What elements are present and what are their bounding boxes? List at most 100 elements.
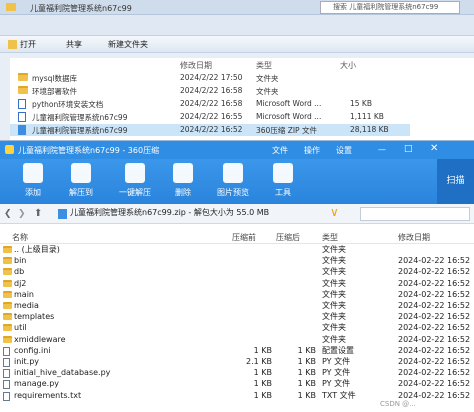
- zip-file-row[interactable]: bin 文件夹 2024-02-22 16:52: [0, 256, 474, 267]
- zip-file-icon: [58, 209, 67, 219]
- folder-icon: [18, 73, 28, 81]
- file-icon: [3, 380, 10, 390]
- dropdown-icon[interactable]: ∨: [330, 205, 339, 219]
- row-date: 2024/2/22 17:50: [180, 73, 243, 82]
- col-name[interactable]: 名称: [12, 232, 28, 243]
- folder-icon: [18, 86, 28, 94]
- folder-icon: [3, 313, 12, 321]
- col-date[interactable]: 修改日期: [398, 232, 430, 243]
- file-after: 1 KB: [297, 390, 316, 400]
- file-after: 1 KB: [297, 368, 316, 378]
- tool-button-4[interactable]: 图片预览: [210, 159, 256, 203]
- file-date: 2024-02-22 16:52: [398, 357, 471, 366]
- header-divider: [0, 243, 474, 244]
- up-icon[interactable]: ⬆: [34, 208, 42, 219]
- header-size[interactable]: 大小: [340, 60, 356, 71]
- close-icon[interactable]: ✕: [430, 143, 438, 154]
- zip-file-row[interactable]: init.py 2.1 KB 1 KB PY 文件 2024-02-22 16:52: [0, 357, 474, 368]
- header-type[interactable]: 类型: [256, 60, 272, 71]
- tool-label: 图片预览: [217, 188, 249, 197]
- folder-icon: [3, 290, 12, 298]
- zip-path: 儿童福利院管理系统n67c99.zip - 解包大小为 55.0 MB: [70, 208, 270, 217]
- scan-button[interactable]: 扫描: [437, 159, 474, 204]
- explorer-address-area: [0, 15, 474, 36]
- col-type[interactable]: 类型: [322, 232, 338, 243]
- zip-search-input[interactable]: [360, 207, 470, 221]
- file-type: 文件夹: [322, 312, 346, 322]
- folder-icon: [3, 257, 12, 265]
- folder-icon: [3, 246, 12, 253]
- zip-app-icon: [5, 145, 14, 154]
- watermark: CSDN @...: [380, 400, 416, 408]
- explorer-toolbar: 打开 共享 新建文件夹: [0, 36, 474, 53]
- menu-operation[interactable]: 操作: [304, 145, 320, 156]
- new-folder-button[interactable]: 新建文件夹: [108, 39, 148, 50]
- zip-file-row[interactable]: util 文件夹 2024-02-22 16:52: [0, 323, 474, 334]
- forward-icon[interactable]: ❯: [18, 209, 26, 219]
- zip-file-row[interactable]: dj2 文件夹 2024-02-22 16:52: [0, 279, 474, 290]
- file-name: media: [14, 301, 39, 310]
- share-button[interactable]: 共享: [66, 39, 82, 50]
- zip-file-row[interactable]: initial_hive_database.py 1 KB 1 KB PY 文件 202…: [0, 368, 474, 379]
- file-name: xmiddleware: [14, 334, 66, 344]
- minimize-icon[interactable]: —: [378, 145, 386, 154]
- zip-file-row[interactable]: xmiddleware 文件夹 2024-02-22 16:52: [0, 335, 474, 346]
- explorer-row[interactable]: python环境安装文档 2024/2/22 16:58 Microsoft Wor…: [10, 98, 410, 110]
- zip-file-row[interactable]: config.ini 1 KB 1 KB 配置设置 2024-02-22 16:52: [0, 346, 474, 357]
- file-type: PY 文件: [322, 379, 351, 389]
- row-type: 文件夹: [256, 87, 279, 96]
- zip-file-row[interactable]: manage.py 1 KB 1 KB PY 文件 2024-02-22 16:52: [0, 379, 474, 390]
- file-date: 2024-02-22 16:52: [398, 289, 471, 299]
- file-type: 文件夹: [322, 289, 346, 299]
- maximize-icon[interactable]: □: [404, 144, 413, 154]
- back-icon[interactable]: ❮: [4, 209, 12, 219]
- tool-label: 添加: [25, 188, 41, 197]
- menu-settings[interactable]: 设置: [336, 145, 352, 156]
- file-name: dj2: [14, 278, 27, 288]
- row-size: 15 KB: [350, 99, 372, 108]
- word-doc-icon: [18, 112, 26, 122]
- file-name: initial_hive_database.py: [14, 368, 111, 378]
- file-date: 2024-02-22 16:52: [398, 301, 471, 310]
- col-before[interactable]: 压缩前: [232, 232, 256, 243]
- tool-button-2[interactable]: 一键解压: [112, 159, 158, 203]
- zip-file-row[interactable]: templates 文件夹 2024-02-22 16:52: [0, 312, 474, 323]
- explorer-title: 儿童福利院管理系统n67c99: [30, 4, 132, 13]
- col-after[interactable]: 压缩后: [276, 232, 300, 243]
- tool-button-3[interactable]: 删除: [160, 159, 206, 203]
- explorer-window: 儿童福利院管理系统n67c99 搜索 儿童福利院管理系统n67c99 打开 共享…: [0, 0, 474, 140]
- zip-file-row[interactable]: .. (上级目录) 文件夹: [0, 245, 474, 256]
- explorer-row[interactable]: 环境部署软件 2024/2/22 16:58 文件夹: [10, 85, 410, 97]
- explorer-row[interactable]: 儿童福利院管理系统n67c99 2024/2/22 16:55 Microsoft …: [10, 111, 410, 123]
- row-size: 28,118 KB: [350, 125, 389, 134]
- file-date: 2024-02-22 16:52: [398, 256, 471, 266]
- file-date: 2024-02-22 16:52: [398, 368, 471, 378]
- file-icon: [3, 358, 10, 367]
- file-date: 2024-02-22 16:52: [398, 345, 471, 355]
- zip-file-row[interactable]: media 文件夹 2024-02-22 16:52: [0, 301, 474, 312]
- header-date[interactable]: 修改日期: [180, 60, 212, 71]
- file-type: 文件夹: [322, 245, 346, 254]
- menu-file[interactable]: 文件: [272, 145, 288, 156]
- explorer-row[interactable]: mysql数据库 2024/2/22 17:50 文件夹: [10, 72, 410, 84]
- zip-titlebar: 儿童福利院管理系统n67c99 - 360压缩 文件 操作 设置 — □ ✕: [0, 141, 474, 159]
- row-date: 2024/2/22 16:55: [180, 112, 243, 121]
- open-icon: [8, 40, 17, 49]
- tool-label: 解压到: [69, 188, 93, 197]
- zip-file-row[interactable]: db 文件夹 2024-02-22 16:52: [0, 267, 474, 278]
- file-before: 2.1 KB: [246, 357, 272, 366]
- row-type: Microsoft Word ...: [256, 99, 322, 108]
- tool-button-5[interactable]: 工具: [260, 159, 306, 203]
- zip-toolbar: 添加 解压到 一键解压 删除 图片预览 工具: [0, 159, 474, 204]
- file-type: 文件夹: [322, 334, 346, 344]
- file-name: init.py: [14, 357, 40, 366]
- open-button[interactable]: 打开: [20, 39, 36, 50]
- delete-icon: [173, 163, 193, 183]
- explorer-row[interactable]: 儿童福利院管理系统n67c99 2024/2/22 16:52 360压缩 ZIP …: [10, 124, 410, 136]
- tool-button-1[interactable]: 解压到: [58, 159, 104, 203]
- file-name: bin: [14, 256, 27, 266]
- explorer-search-input[interactable]: 搜索 儿童福利院管理系统n67c99: [320, 1, 460, 14]
- folder-icon: [6, 3, 16, 11]
- tool-button-0[interactable]: 添加: [10, 159, 56, 203]
- zip-file-row[interactable]: main 文件夹 2024-02-22 16:52: [0, 290, 474, 301]
